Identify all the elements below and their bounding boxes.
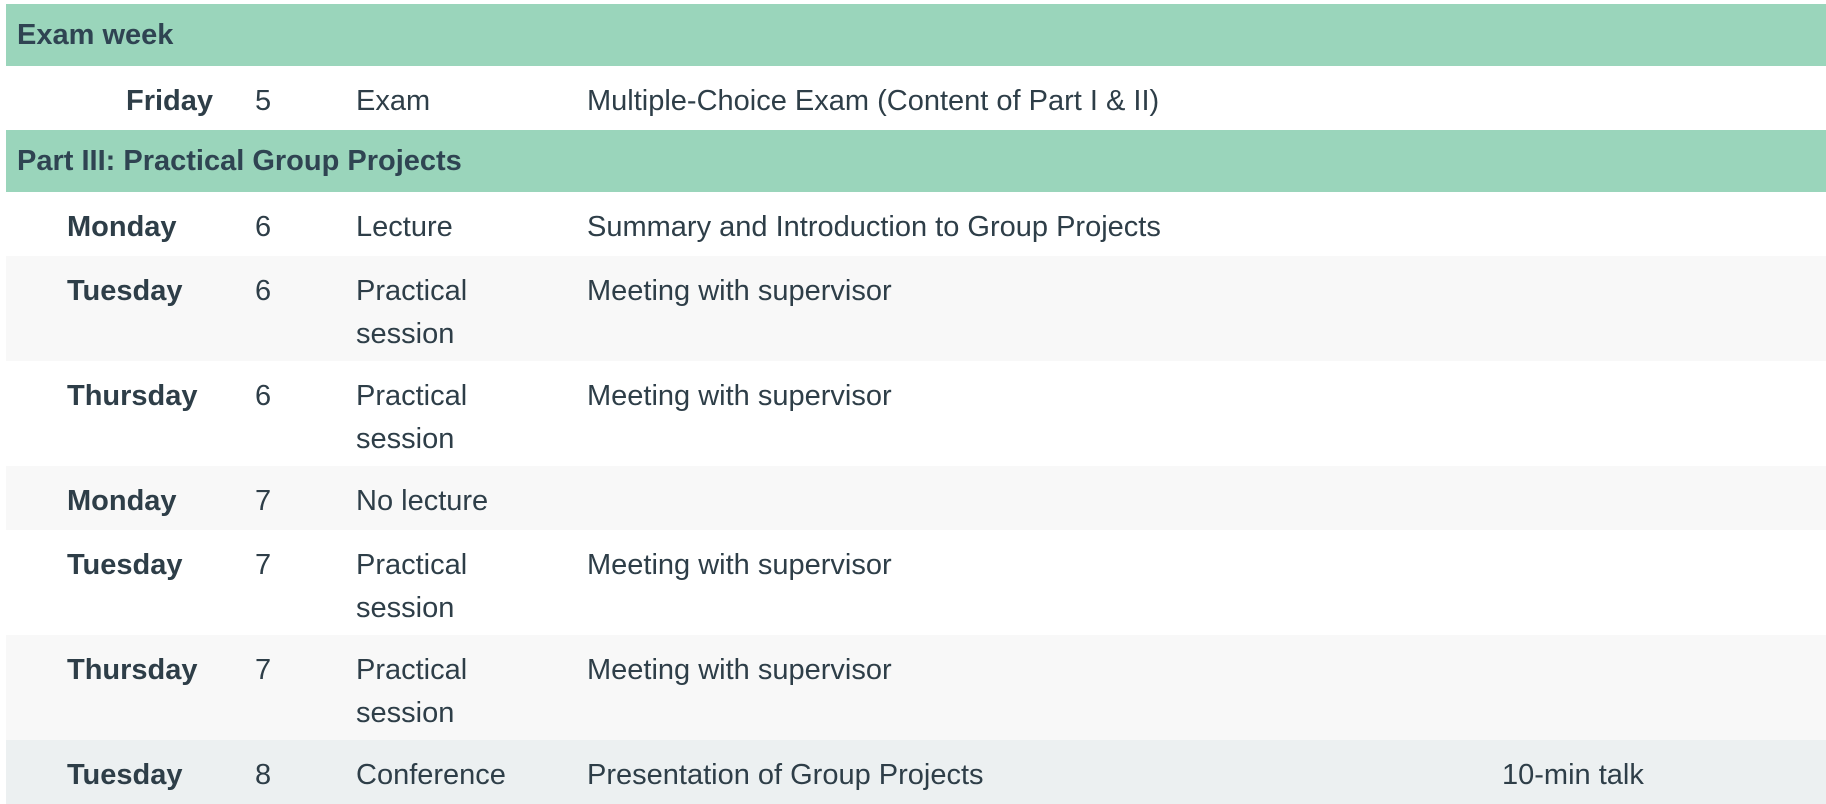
type-cell: Practical session xyxy=(356,654,468,729)
description-cell: Meeting with supervisor xyxy=(587,380,892,412)
week-cell: 5 xyxy=(255,85,272,117)
week-cell: 6 xyxy=(255,380,272,412)
section-title: Exam week xyxy=(17,19,174,51)
table-row: Thursday 7 Practical session Meeting wit… xyxy=(6,635,1826,740)
type-cell: Exam xyxy=(356,85,431,117)
description-cell: Meeting with supervisor xyxy=(587,549,892,581)
day-cell: Tuesday xyxy=(67,549,183,581)
description-cell: Meeting with supervisor xyxy=(587,275,892,307)
week-cell: 7 xyxy=(255,549,272,581)
section-header-part-iii: Part III: Practical Group Projects xyxy=(6,130,1826,192)
week-cell: 6 xyxy=(255,275,272,307)
table-row: Monday 6 Lecture Summary and Introductio… xyxy=(6,192,1826,256)
description-cell: Meeting with supervisor xyxy=(587,654,892,686)
day-cell: Monday xyxy=(67,485,177,517)
type-cell: Practical session xyxy=(356,549,468,624)
type-cell: Practical session xyxy=(356,275,468,350)
table-row: Friday 5 Exam Multiple-Choice Exam (Cont… xyxy=(6,66,1826,130)
table-row: Tuesday 8 Conference Presentation of Gro… xyxy=(6,740,1826,804)
day-cell: Monday xyxy=(67,211,177,243)
week-cell: 7 xyxy=(255,654,272,686)
week-cell: 7 xyxy=(255,485,272,517)
table-row: Tuesday 6 Practical session Meeting with… xyxy=(6,256,1826,361)
description-cell: Multiple-Choice Exam (Content of Part I … xyxy=(587,85,1160,117)
type-cell: Practical session xyxy=(356,380,468,455)
description-cell: Summary and Introduction to Group Projec… xyxy=(587,211,1161,243)
section-title: Part III: Practical Group Projects xyxy=(17,145,462,177)
day-cell: Tuesday xyxy=(67,275,183,307)
day-cell: Thursday xyxy=(67,654,198,686)
type-cell: Lecture xyxy=(356,211,453,243)
table-row: Monday 7 No lecture xyxy=(6,466,1826,530)
table-row: Tuesday 7 Practical session Meeting with… xyxy=(6,530,1826,635)
day-cell: Thursday xyxy=(67,380,198,412)
table-row: Thursday 6 Practical session Meeting wit… xyxy=(6,361,1826,466)
day-cell: Friday xyxy=(126,85,214,117)
schedule-table: Exam week Friday 5 Exam Multiple-Choice … xyxy=(6,4,1826,804)
type-cell: No lecture xyxy=(356,485,489,517)
week-cell: 6 xyxy=(255,211,272,243)
section-header-exam-week: Exam week xyxy=(6,4,1826,66)
